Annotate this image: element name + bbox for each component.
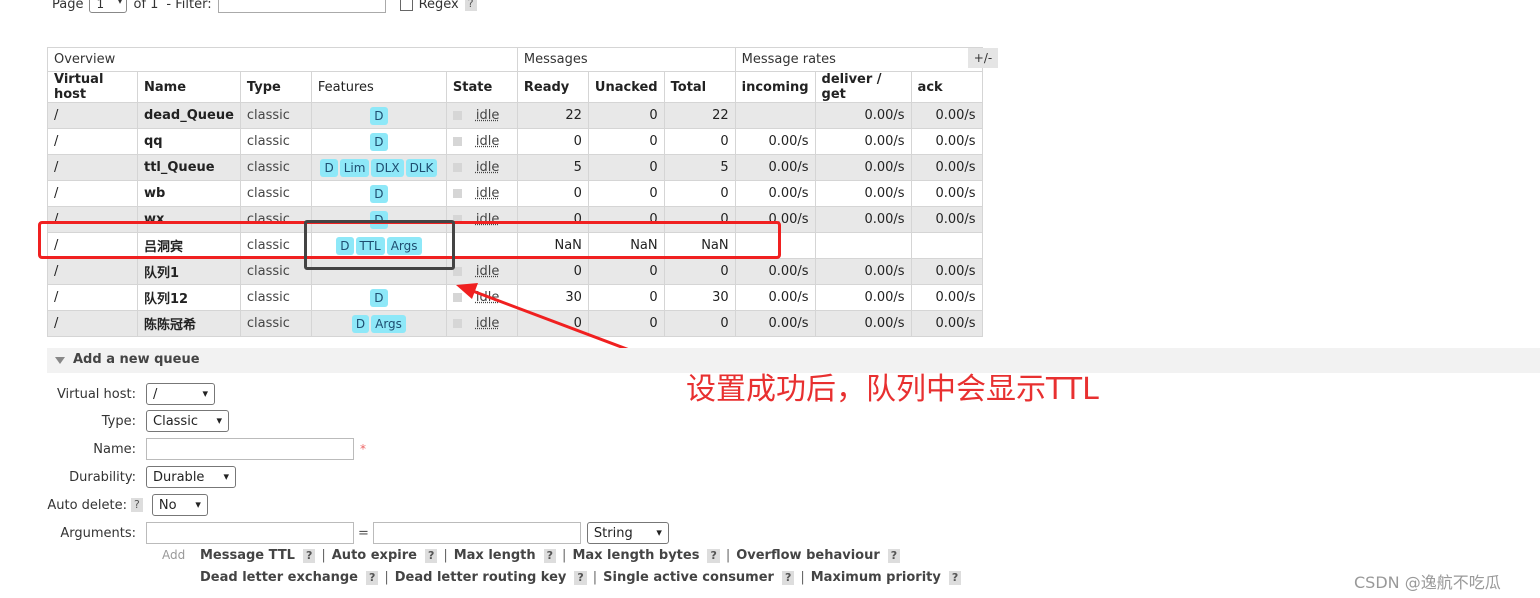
durability-value: Durable xyxy=(153,469,205,485)
argument-shortcut-link[interactable]: Maximum priority xyxy=(811,570,941,585)
argument-key-input[interactable] xyxy=(146,522,354,544)
argument-value-input[interactable] xyxy=(372,522,581,544)
chevron-down-icon: ▾ xyxy=(195,498,201,511)
argument-shortcut-link[interactable]: Message TTL xyxy=(200,548,295,563)
add-queue-section-header[interactable]: Add a new queue xyxy=(47,348,1540,373)
argument-shortcut-link[interactable]: Auto expire xyxy=(332,548,417,563)
argument-help-icon[interactable]: ? xyxy=(365,571,379,585)
argument-help-icon[interactable]: ? xyxy=(781,571,795,585)
argument-type-value: String xyxy=(593,525,633,541)
arguments-label: Arguments: xyxy=(60,525,136,541)
argument-shortcuts-line-2: Dead letter exchange? | Dead letter routin… xyxy=(200,570,962,585)
argument-shortcut-link[interactable]: Overflow behaviour xyxy=(736,548,880,563)
chevron-down-icon: ▾ xyxy=(216,414,222,427)
name-input[interactable] xyxy=(146,438,354,460)
argument-shortcut-link[interactable]: Dead letter exchange xyxy=(200,570,358,585)
collapse-triangle-icon xyxy=(55,357,65,364)
separator: | xyxy=(592,570,598,585)
name-label: Name: xyxy=(93,441,136,457)
chevron-down-icon: ▾ xyxy=(202,387,208,400)
separator: | xyxy=(443,548,448,563)
add-argument-label: Add xyxy=(162,548,186,562)
separator: | xyxy=(321,548,326,563)
auto-delete-value: No xyxy=(158,497,177,513)
durability-row: Durability: Durable ▾ xyxy=(0,466,236,488)
chevron-down-icon: ▾ xyxy=(223,470,229,483)
argument-shortcut-link[interactable]: Max length xyxy=(454,548,536,563)
virtual-host-value: / xyxy=(153,386,158,402)
auto-delete-label: Auto delete: xyxy=(47,497,127,513)
type-row: Type: Classic ▾ xyxy=(0,410,229,432)
auto-delete-help-icon[interactable]: ? xyxy=(131,498,143,512)
separator: | xyxy=(725,548,731,563)
virtual-host-row: Virtual host: / ▾ xyxy=(0,383,215,405)
argument-help-icon[interactable]: ? xyxy=(574,571,587,585)
type-select[interactable]: Classic ▾ xyxy=(146,410,229,432)
required-marker: * xyxy=(360,442,366,456)
separator: | xyxy=(800,570,805,585)
argument-type-select[interactable]: String ▾ xyxy=(586,522,669,544)
virtual-host-label: Virtual host: xyxy=(56,386,136,402)
argument-help-icon[interactable]: ? xyxy=(887,549,901,563)
argument-shortcuts-line-1: Message TTL? | Auto expire? | Max length? | Ma… xyxy=(200,548,901,563)
watermark: CSDN @逸航不吃瓜 xyxy=(1354,573,1501,592)
auto-delete-select[interactable]: No ▾ xyxy=(151,494,208,516)
durability-select[interactable]: Durable ▾ xyxy=(146,466,236,488)
argument-shortcut-link[interactable]: Max length bytes xyxy=(572,548,699,563)
type-label: Type: xyxy=(101,413,136,429)
durability-label: Durability: xyxy=(69,469,136,485)
argument-help-icon[interactable]: ? xyxy=(948,571,962,585)
argument-shortcut-link[interactable]: Single active consumer xyxy=(603,570,774,585)
argument-shortcut-link[interactable]: Dead letter routing key xyxy=(395,570,567,585)
auto-delete-row: Auto delete: ? No ▾ xyxy=(0,494,208,516)
argument-help-icon[interactable]: ? xyxy=(707,549,720,563)
type-value: Classic xyxy=(153,413,198,429)
name-row: Name: * xyxy=(0,438,366,460)
virtual-host-select[interactable]: / ▾ xyxy=(146,383,215,405)
chevron-down-icon: ▾ xyxy=(656,526,662,539)
separator: | xyxy=(562,548,567,563)
arguments-row: Arguments: = String ▾ xyxy=(0,522,669,544)
equals-sign: = xyxy=(358,525,369,541)
argument-help-icon[interactable]: ? xyxy=(543,549,557,563)
add-queue-title: Add a new queue xyxy=(73,352,200,367)
argument-help-icon[interactable]: ? xyxy=(424,549,438,563)
annotation-arrow xyxy=(456,283,657,362)
argument-help-icon[interactable]: ? xyxy=(302,549,316,563)
separator: | xyxy=(384,570,389,585)
